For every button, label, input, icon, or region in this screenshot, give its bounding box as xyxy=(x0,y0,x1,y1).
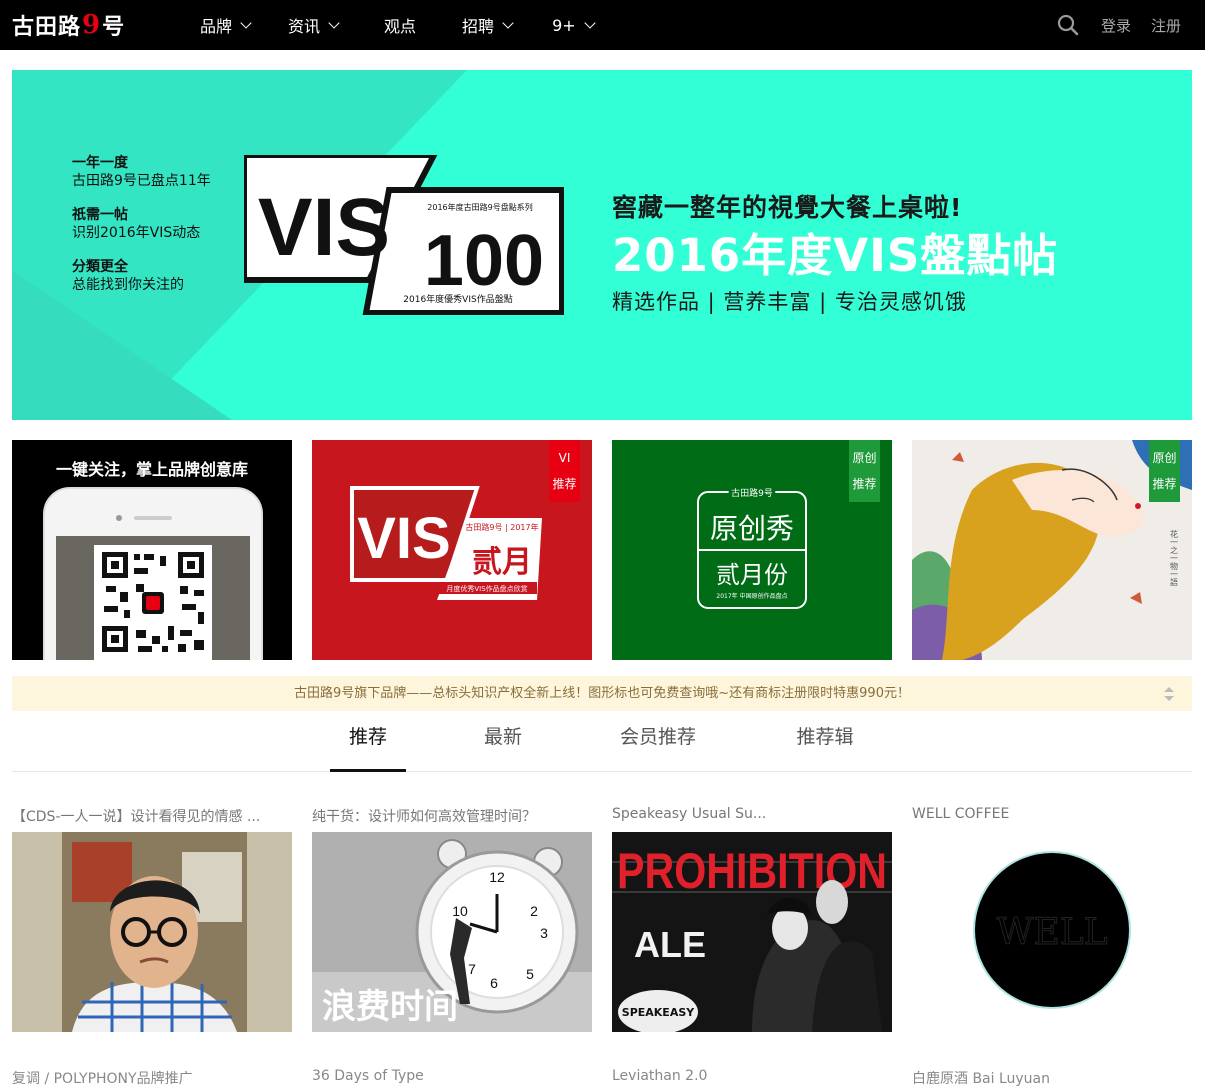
tile-sub-text: 月度优秀VIS作品盘点欣赏 xyxy=(446,584,527,593)
vis100-badge: VIS 100 2016年度古田路9号盘點系列 2016年度優秀VIS作品盤點 xyxy=(244,155,564,315)
tile-line2: 贰月份 xyxy=(716,561,788,589)
card-overlay-text: 浪费时间 xyxy=(322,987,458,1027)
tab-recommend[interactable]: 推荐 xyxy=(330,711,406,772)
banner-right-text: 窖藏一整年的視覺大餐上桌啦! 2016年度VIS盤點帖 精选作品 | 营养丰富 … xyxy=(612,188,1058,316)
poster-top-text: PROHIBITION xyxy=(617,843,887,899)
register-link[interactable]: 注册 xyxy=(1151,0,1181,50)
card-title[interactable]: Speakeasy Usual Su... xyxy=(612,806,892,822)
nav-item-9plus[interactable]: 9+ xyxy=(552,0,596,50)
nav-item-brand[interactable]: 品牌 xyxy=(200,0,252,50)
card-image-portrait[interactable] xyxy=(12,832,292,1032)
badge-vis-text: VIS xyxy=(258,182,390,273)
ribbon-recommend: VI 推荐 xyxy=(549,440,580,502)
nav-label: 观点 xyxy=(384,17,417,36)
badge-100-text: 100 xyxy=(424,221,544,301)
nav-label: 品牌 xyxy=(200,17,233,36)
svg-text:7: 7 xyxy=(468,961,476,977)
card-image-well-coffee[interactable]: WELL xyxy=(912,832,1192,1032)
banner-tagline: 窖藏一整年的視覺大餐上桌啦! xyxy=(612,193,963,222)
chevron-down-icon xyxy=(502,16,514,29)
card-title[interactable]: WELL COFFEE xyxy=(912,806,1192,822)
badge-bottom-text: 2016年度優秀VIS作品盤點 xyxy=(403,293,512,305)
ribbon-recommend: 原创 推荐 xyxy=(1149,440,1180,502)
tile-follow-qr[interactable]: 一键关注，掌上品牌创意库 xyxy=(12,440,292,660)
logo-nine: 9 xyxy=(82,10,102,40)
content-tabs: 推荐 最新 会员推荐 推荐辑 xyxy=(12,711,1192,772)
prohibition-poster: PROHIBITION ALE SPEAKEASY xyxy=(612,832,892,1032)
phone-qr-illustration xyxy=(43,487,263,660)
card-image-poster[interactable]: PROHIBITION ALE SPEAKEASY xyxy=(612,832,892,1032)
ribbon-bottom: 推荐 xyxy=(1152,477,1177,491)
ribbon-bottom: 推荐 xyxy=(852,477,877,491)
tile-brand-text: 古田路9号 | 2017年 xyxy=(465,522,538,532)
banner-left-head: 一年一度 xyxy=(72,155,128,171)
nav-item-jobs[interactable]: 招聘 xyxy=(462,0,514,50)
ribbon-bottom: 推荐 xyxy=(552,477,577,491)
tab-collections[interactable]: 推荐辑 xyxy=(782,711,868,772)
nav-label: 资讯 xyxy=(288,17,321,36)
up-down-arrows-icon[interactable] xyxy=(1164,687,1174,701)
top-nav-bar: 古田路 9 号 品牌 资讯 观点 招聘 9+ 登录 注册 xyxy=(0,0,1205,50)
banner-left-body: 古田路9号已盘点11年 xyxy=(72,173,211,189)
tile-vis-text: VIS xyxy=(357,506,451,571)
tile-original-show[interactable]: 古田路9号 原创秀 贰月份 2017年 中国原创作品盘点 原创推荐 xyxy=(612,440,892,660)
badge-top-text: 2016年度古田路9号盘點系列 xyxy=(427,202,532,212)
tile-line1: 原创秀 xyxy=(710,512,794,545)
tile-illustration[interactable]: 花一之一物一語 原创推荐 xyxy=(912,440,1192,660)
notice-text: 古田路9号旗下品牌——总标头知识产权全新上线！图形标也可免费查询哦~还有商标注册… xyxy=(294,686,910,701)
svg-text:6: 6 xyxy=(490,975,498,991)
search-icon[interactable] xyxy=(1057,14,1079,36)
portrait-photo xyxy=(12,832,292,1032)
chevron-down-icon xyxy=(583,16,596,29)
svg-text:2: 2 xyxy=(530,903,538,919)
site-logo[interactable]: 古田路 9 号 xyxy=(12,10,125,40)
tile-side-text: 花一之一物一語 xyxy=(1170,529,1179,587)
tile-small: 2017年 中国原创作品盘点 xyxy=(716,592,787,600)
card-title[interactable]: 36 Days of Type xyxy=(312,1068,592,1084)
banner-left-head: 分類更全 xyxy=(72,259,128,275)
tab-member-recommend[interactable]: 会员推荐 xyxy=(608,711,708,772)
card-title[interactable]: 白鹿原酒 Bai Luyuan xyxy=(912,1068,1192,1088)
banner-title: 2016年度VIS盤點帖 xyxy=(612,229,1059,282)
banner-subtitle: 精选作品 | 营养丰富 | 专治灵感饥饿 xyxy=(612,290,967,314)
hero-banner[interactable]: 一年一度古田路9号已盘点11年 祇需一帖识别2016年VIS动态 分類更全总能找… xyxy=(12,70,1192,420)
svg-text:12: 12 xyxy=(489,869,505,885)
svg-text:5: 5 xyxy=(526,966,534,982)
banner-left-text: 一年一度古田路9号已盘点11年 祇需一帖识别2016年VIS动态 分類更全总能找… xyxy=(72,154,211,310)
well-coffee-logo: WELL xyxy=(973,851,1131,1009)
card-image-clock[interactable]: 12 2 3 5 6 7 10 浪费时间 xyxy=(312,832,592,1032)
poster-mid-text: ALE xyxy=(634,924,706,965)
main-nav: 品牌 资讯 观点 招聘 9+ xyxy=(200,0,632,50)
tab-latest[interactable]: 最新 xyxy=(468,711,538,772)
tile-vis-february[interactable]: VIS 贰月 古田路9号 | 2017年 月度优秀VIS作品盘点欣赏 VI 推荐 xyxy=(312,440,592,660)
poster-badge-text: SPEAKEASY xyxy=(622,1006,695,1019)
banner-left-body: 总能找到你关注的 xyxy=(72,277,184,293)
card-title[interactable]: Leviathan 2.0 xyxy=(612,1068,892,1084)
svg-text:3: 3 xyxy=(540,925,548,941)
nav-item-news[interactable]: 资讯 xyxy=(288,0,340,50)
login-link[interactable]: 登录 xyxy=(1101,0,1131,50)
ribbon-top: 原创 xyxy=(1152,451,1177,465)
card-title[interactable]: 【CDS-一人一说】设计看得见的情感 ... xyxy=(12,806,292,826)
alarm-clock-photo: 12 23 5 67 10 浪费时间 xyxy=(312,832,592,1032)
banner-left-head: 祇需一帖 xyxy=(72,207,128,223)
ribbon-top: 原创 xyxy=(852,451,877,465)
tile-brand: 古田路9号 xyxy=(731,487,773,499)
ribbon-top: VI xyxy=(558,451,571,465)
ribbon-recommend: 原创 推荐 xyxy=(849,440,880,502)
card-title[interactable]: 复调 / POLYPHONY品牌推广 xyxy=(12,1068,292,1088)
chevron-down-icon xyxy=(328,16,340,29)
tile-month-text: 贰月 xyxy=(472,545,532,580)
notice-bar[interactable]: 古田路9号旗下品牌——总标头知识产权全新上线！图形标也可免费查询哦~还有商标注册… xyxy=(12,676,1192,711)
svg-text:10: 10 xyxy=(452,903,468,919)
nav-label: 9+ xyxy=(552,15,576,35)
logo-word: WELL xyxy=(996,912,1107,953)
chevron-down-icon xyxy=(240,16,252,29)
nav-label: 招聘 xyxy=(462,17,495,36)
card-title[interactable]: 纯干货：设计师如何高效管理时间？ xyxy=(312,806,592,826)
logo-text-a: 古田路 xyxy=(12,14,82,40)
logo-text-b: 号 xyxy=(102,14,126,40)
banner-left-body: 识别2016年VIS动态 xyxy=(72,225,201,241)
nav-item-opinion[interactable]: 观点 xyxy=(384,0,416,50)
